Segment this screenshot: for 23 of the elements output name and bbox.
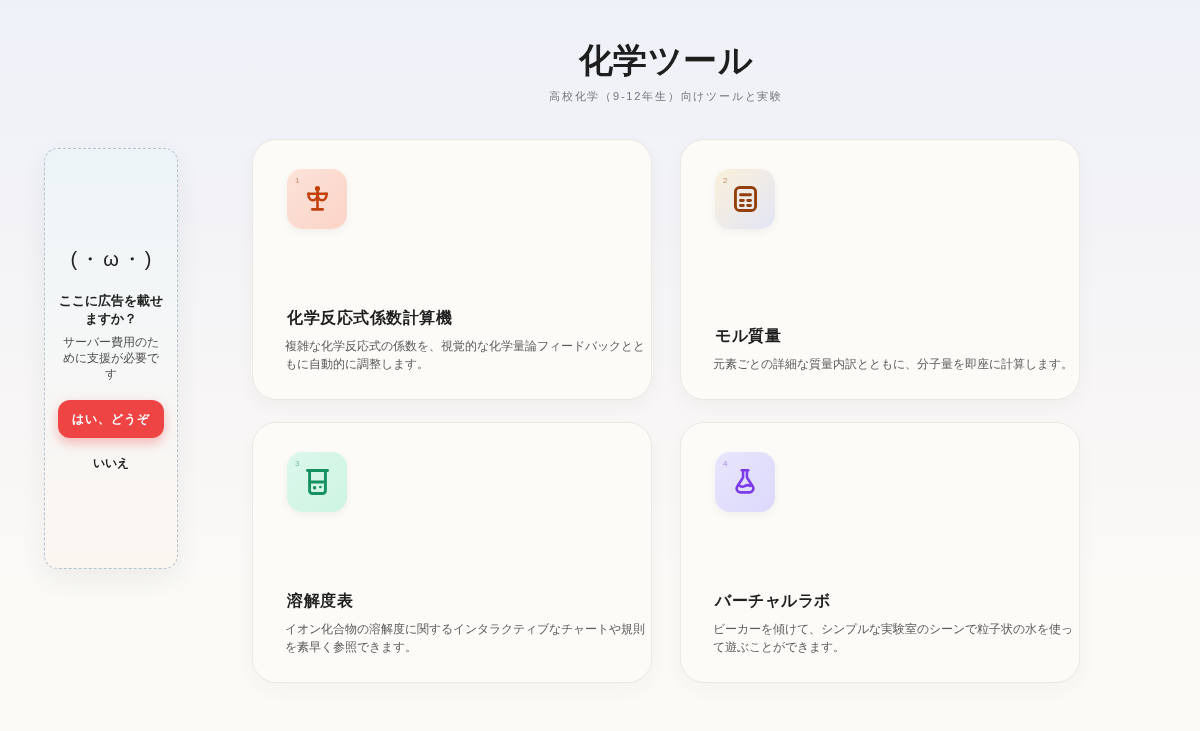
card-title: バーチャルラボ — [715, 591, 831, 611]
page-title: 化学ツール — [578, 40, 754, 81]
card-description: 元素ごとの詳細な質量内訳とともに、分子量を即座に計算します。 — [713, 356, 1073, 373]
card-title: モル質量 — [715, 326, 781, 346]
card-title: 溶解度表 — [287, 591, 353, 611]
card-title: 化学反応式係数計算機 — [287, 308, 452, 328]
card-description: ビーカーを傾けて、シンプルな実験室のシーンで粒子状の水を使って遊ぶことができます。 — [713, 621, 1074, 656]
tool-card[interactable]: 4 バーチャルラボ ビーカーを傾けて、シンプルな実験室のシーンで粒子状の水を使って遊ぶことができます。 — [680, 422, 1080, 683]
tile-number: 2 — [723, 176, 728, 186]
ad-description: サーバー費用のために支援が必要です — [62, 334, 160, 382]
card-description: イオン化合物の溶解度に関するインタラクティブなチャートや規則を素早く参照できます。 — [285, 621, 646, 656]
decline-button[interactable]: いいえ — [93, 455, 129, 471]
tool-card[interactable]: 2 モル質量 元素ごとの詳細な質量内訳とともに、分子量を即座に計算します。 — [680, 139, 1080, 400]
tool-card[interactable]: 1 化学反応式係数計算機 複雑な化学反応式の係数を、視覚的な化学量論フィードバックとともに自動的に調整します。 — [252, 139, 652, 400]
accept-button[interactable]: はい、どうぞ — [58, 400, 164, 438]
tile-number: 1 — [295, 176, 300, 186]
ad-heading: ここに広告を載せますか？ — [58, 292, 164, 328]
tile-number: 4 — [723, 459, 728, 469]
emoticon-text: (・ω・) — [69, 247, 155, 272]
tile-number: 3 — [295, 459, 300, 469]
tool-card[interactable]: 3 溶解度表 イオン化合物の溶解度に関するインタラクティブなチャートや規則を素早く参照できます。 — [252, 422, 652, 683]
page-subtitle: 高校化学（9-12年生）向けツールと実験 — [549, 89, 783, 104]
card-description: 複雑な化学反応式の係数を、視覚的な化学量論フィードバックとともに自動的に調整します。 — [285, 338, 646, 373]
